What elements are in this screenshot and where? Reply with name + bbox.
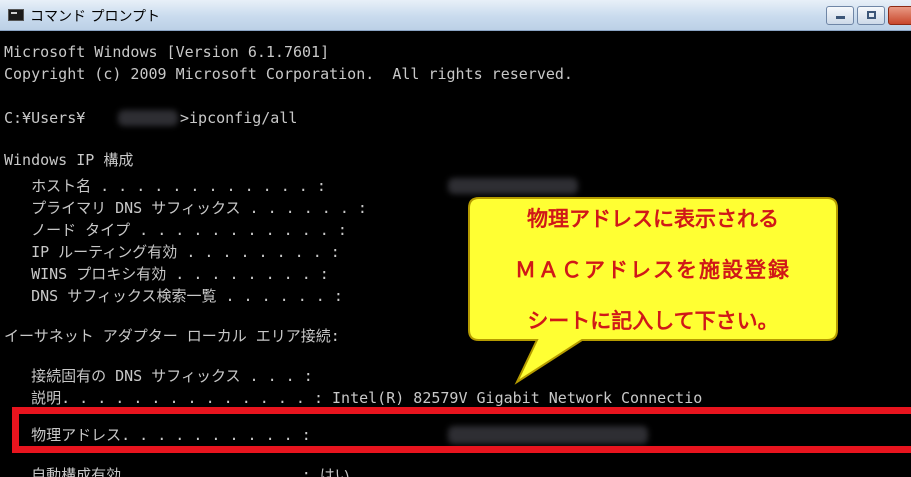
console-line-primary-dns-suffix: プライマリ DNS サフィックス . . . . . . : bbox=[4, 199, 367, 217]
redacted-hostname bbox=[448, 178, 578, 194]
window-title: コマンド プロンプト bbox=[30, 9, 161, 25]
console-line-node-type: ノード タイプ . . . . . . . . . . . : bbox=[4, 221, 347, 239]
maximize-button[interactable] bbox=[857, 6, 885, 25]
console-line-ethernet-adapter: イーサネット アダプター ローカル エリア接続: bbox=[4, 327, 340, 345]
console-line-version: Microsoft Windows [Version 6.1.7601] bbox=[4, 43, 330, 61]
callout-line-1: 物理アドレスに表示される bbox=[527, 207, 779, 231]
console-line-command: >ipconfig/all bbox=[180, 109, 298, 127]
maximize-icon bbox=[867, 11, 876, 19]
console-line-connection-dns-suffix: 接続固有の DNS サフィックス . . . : bbox=[4, 367, 313, 385]
console-app-icon[interactable] bbox=[8, 9, 24, 21]
console-line-dns-suffix-search-list: DNS サフィックス検索一覧 . . . . . . : bbox=[4, 287, 343, 305]
redacted-username bbox=[118, 110, 178, 126]
console-line-hostname: ホスト名 . . . . . . . . . . . . : bbox=[4, 177, 326, 195]
console-line-ip-config-header: Windows IP 構成 bbox=[4, 151, 134, 169]
physical-address-highlight-box bbox=[12, 407, 911, 453]
console-line-ip-routing: IP ルーティング有効 . . . . . . . . : bbox=[4, 243, 340, 261]
console-line-autoconfig: 自動構成有効. . . . . . . . . . : はい bbox=[4, 466, 350, 477]
close-button[interactable] bbox=[888, 6, 911, 25]
title-bar[interactable]: コマンド プロンプト bbox=[0, 0, 911, 31]
console-line-prompt-path: C:¥Users¥ bbox=[4, 109, 86, 127]
callout-line-3: シートに記入して下さい。 bbox=[527, 309, 779, 333]
instruction-callout: 物理アドレスに表示される ＭＡＣアドレスを施設登録 シートに記入して下さい。 bbox=[467, 196, 839, 385]
command-prompt-window: コマンド プロンプト Microsoft Windows [Version 6.… bbox=[0, 0, 911, 477]
console-line-wins-proxy: WINS プロキシ有効 . . . . . . . . : bbox=[4, 265, 329, 283]
minimize-button[interactable] bbox=[826, 6, 854, 25]
console-line-copyright: Copyright (c) 2009 Microsoft Corporation… bbox=[4, 65, 573, 83]
minimize-icon bbox=[836, 16, 845, 19]
callout-line-2: ＭＡＣアドレスを施設登録 bbox=[515, 258, 791, 282]
